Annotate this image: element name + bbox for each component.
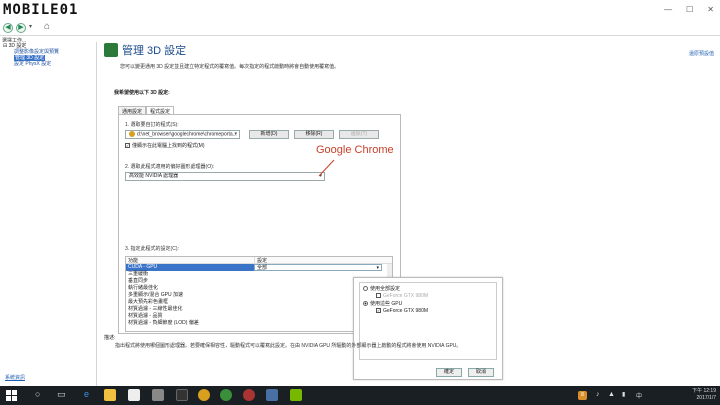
- checkbox-checked-icon: ✓: [125, 143, 130, 149]
- add-program-button[interactable]: 新增(D): [249, 130, 289, 139]
- option-specific-gpu[interactable]: ✓ GeForce GTX 980M: [376, 308, 428, 314]
- option-use-all-settings[interactable]: 使用全部設定: [363, 286, 400, 292]
- section-heading: 我希望使用以下 3D 設定:: [114, 90, 170, 96]
- search-icon[interactable]: ○: [35, 389, 40, 399]
- battery-icon[interactable]: ▮: [622, 391, 625, 398]
- table-row[interactable]: CUDA - GPU 全部 ▾: [126, 264, 392, 271]
- mobile01-logo: MOBILE01: [3, 2, 79, 18]
- description-label: 描述:: [104, 335, 116, 341]
- chevron-down-icon: ▾: [234, 131, 237, 137]
- ime-indicator[interactable]: 中: [636, 391, 642, 400]
- close-button[interactable]: ✕: [707, 5, 714, 14]
- back-icon[interactable]: ◀: [3, 23, 13, 33]
- store-icon[interactable]: [128, 389, 140, 401]
- table-cell-setting[interactable]: 全部 ▾: [254, 264, 382, 271]
- maximize-button[interactable]: ☐: [686, 5, 693, 14]
- history-dropdown-icon[interactable]: ▾: [29, 23, 32, 30]
- option-use-these-gpus[interactable]: 使用這些 GPU: [363, 301, 402, 307]
- network-icon[interactable]: ▲: [608, 391, 615, 398]
- home-icon[interactable]: ⌂: [44, 21, 50, 32]
- app-icon[interactable]: [243, 389, 255, 401]
- sidebar-tree: ⊟ 3D 設定 調整影像設定與預覽 管理 3D 設定 設定 PhysX 設定 系…: [0, 42, 97, 386]
- description-section: 描述: 指出程式將使用哪個圖形處理器。若要確保相容性，驅動程式可以覆寫此設定。在…: [98, 330, 720, 386]
- radio-unselected-icon: [363, 286, 368, 292]
- google-chrome-callout: Google Chrome: [316, 144, 394, 156]
- chevron-down-icon: ▾: [319, 173, 322, 179]
- main-content: 管理 3D 設定 還原預設值 您可以變更通用 3D 設定並且建立特定程式的覆寫值…: [98, 42, 720, 386]
- column-header-setting: 設定: [254, 257, 388, 264]
- show-only-found-checkbox[interactable]: ✓ 僅顯示在此電腦上找到的程式(M): [125, 143, 205, 149]
- description-text: 指出程式將使用哪個圖形處理器。若要確保相容性，驅動程式可以覆寫此設定。在由 NV…: [115, 343, 462, 349]
- taskbar: ○ ▭ e 8 ♪ ▲ ▮ 中 下午 12:19 2017/1/7: [0, 386, 720, 405]
- table-header: 功能 設定: [126, 257, 392, 264]
- page-banner: 管理 3D 設定 還原預設值: [98, 42, 720, 58]
- system-info-link[interactable]: 系統資訊: [5, 374, 25, 381]
- checkbox-checked-icon: ✓: [376, 308, 381, 314]
- program-select[interactable]: d:\net_browser\googlechrome\chromeporta.…: [125, 130, 240, 139]
- restore-defaults-link[interactable]: 還原預設值: [689, 50, 714, 57]
- app-icon[interactable]: [266, 389, 278, 401]
- app-icon[interactable]: [176, 389, 188, 401]
- dropbox-icon[interactable]: [152, 389, 164, 401]
- nvidia-settings-icon: [104, 43, 118, 57]
- table-cell-feature: CUDA - GPU: [126, 264, 254, 271]
- minimize-button[interactable]: —: [664, 5, 672, 14]
- windows-start-icon[interactable]: [6, 390, 17, 401]
- column-header-feature: 功能: [128, 258, 139, 264]
- forward-icon[interactable]: ▶: [16, 23, 26, 33]
- radio-selected-icon: [363, 301, 368, 307]
- notification-badge[interactable]: 8: [578, 391, 587, 400]
- restore-program-button[interactable]: 還原(T): [339, 130, 379, 139]
- step1-label: 1. 選取要自訂的程式(S):: [125, 122, 179, 128]
- nvidia-control-panel-window: MOBILE01 — ☐ ✕ ◀ ▶ ▾ ⌂ 選擇工作... ⊟ 3D 設定 調…: [0, 0, 720, 386]
- volume-icon[interactable]: ♪: [596, 391, 600, 398]
- chrome-taskbar-icon[interactable]: [198, 389, 210, 401]
- title-bar: MOBILE01 — ☐ ✕: [0, 0, 720, 20]
- navigation-bar: ◀ ▶ ▾ ⌂: [0, 21, 720, 36]
- chrome-icon: [129, 131, 135, 137]
- checkbox-icon: [376, 293, 381, 299]
- file-explorer-icon[interactable]: [104, 389, 116, 401]
- remove-program-button[interactable]: 移除(R): [294, 130, 334, 139]
- nvidia-icon[interactable]: [290, 389, 302, 401]
- chevron-down-icon: ▾: [376, 265, 379, 271]
- page-title: 管理 3D 設定: [122, 45, 187, 57]
- clock-time: 下午 12:19: [692, 388, 716, 394]
- clock[interactable]: 下午 12:19 2017/1/7: [692, 388, 716, 402]
- window-controls: — ☐ ✕: [664, 5, 714, 14]
- option-all-gpu: GeForce GTX 980M: [376, 293, 428, 299]
- edge-icon[interactable]: e: [84, 389, 89, 399]
- preferred-processor-select[interactable]: 高效能 NVIDIA 處理器 ▾: [125, 172, 325, 181]
- page-description: 您可以變更通用 3D 設定並且建立特定程式的覆寫值。每次指定的程式啟動時將會自動…: [120, 64, 340, 70]
- sidebar-item-physx[interactable]: 設定 PhysX 設定: [3, 61, 59, 67]
- step2-label: 2. 選取此程式適用的偏好圖形處理器(O):: [125, 164, 215, 170]
- step3-label: 3. 指定此程式的設定(C):: [125, 246, 179, 252]
- clock-date: 2017/1/7: [696, 395, 716, 401]
- task-view-icon[interactable]: ▭: [57, 389, 66, 400]
- app-icon[interactable]: [220, 389, 232, 401]
